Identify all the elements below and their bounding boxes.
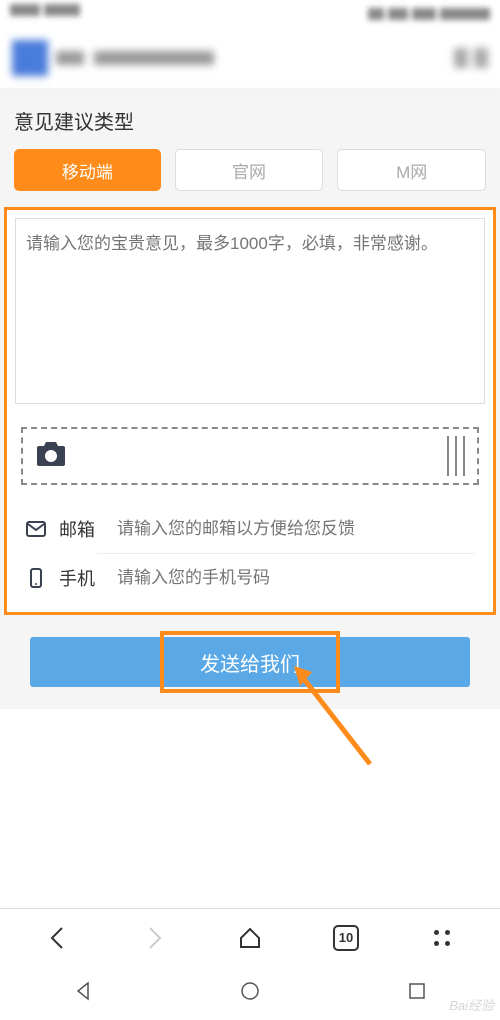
upload-bars-icon: [447, 436, 465, 476]
section-title: 意见建议类型: [0, 88, 500, 149]
phone-field-row: 手机: [7, 554, 493, 602]
email-label: 邮箱: [59, 516, 105, 542]
status-bar: [0, 0, 500, 28]
email-field-row: 邮箱: [7, 505, 493, 553]
camera-icon: [35, 440, 67, 473]
watermark: Bai经验: [449, 995, 494, 1014]
email-input[interactable]: [117, 515, 475, 543]
email-icon: [25, 518, 47, 540]
back-button[interactable]: [38, 918, 78, 958]
phone-label: 手机: [59, 565, 105, 591]
tab-mweb[interactable]: M网: [337, 149, 486, 191]
system-recent-icon[interactable]: [406, 980, 428, 1007]
form-highlight: 邮箱 手机: [4, 207, 496, 615]
system-home-icon[interactable]: [239, 980, 261, 1007]
upload-attachment[interactable]: [21, 427, 479, 485]
submit-button[interactable]: 发送给我们: [30, 637, 470, 687]
system-back-icon[interactable]: [72, 980, 94, 1007]
phone-input[interactable]: [117, 564, 475, 592]
tab-website[interactable]: 官网: [175, 149, 324, 191]
submit-label: 发送给我们: [200, 654, 300, 676]
tabs-button[interactable]: 10: [326, 918, 366, 958]
feedback-input[interactable]: [15, 218, 485, 404]
menu-button[interactable]: [422, 918, 462, 958]
forward-button[interactable]: [134, 918, 174, 958]
system-nav-bar: [0, 966, 500, 1020]
tab-mobile[interactable]: 移动端: [14, 149, 161, 191]
logo-icon: [12, 40, 48, 76]
tab-count: 10: [333, 925, 359, 951]
phone-icon: [25, 567, 47, 589]
page-header: [0, 28, 500, 88]
home-button[interactable]: [230, 918, 270, 958]
feedback-type-tabs: 移动端 官网 M网: [0, 149, 500, 207]
browser-toolbar: 10: [0, 908, 500, 966]
